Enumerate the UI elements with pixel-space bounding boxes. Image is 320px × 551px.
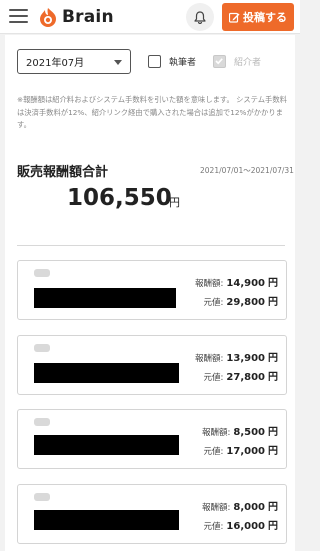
price-label: 元値: xyxy=(203,522,224,532)
reward-label: 報酬額: xyxy=(201,428,231,438)
checkmark-icon xyxy=(215,58,223,65)
redacted-name xyxy=(34,269,50,277)
reward-currency: 円 xyxy=(268,278,278,289)
reward-value: 8,500 xyxy=(233,427,265,438)
introducer-checkbox-label: 紹介者 xyxy=(234,58,262,68)
month-select[interactable]: 2021年07月 xyxy=(17,49,131,74)
sales-total-currency: 円 xyxy=(169,196,180,209)
sale-card[interactable]: 報酬額: 8,000 円 元値: 16,000 円 xyxy=(17,484,287,544)
brain-flame-logo-icon xyxy=(37,6,59,28)
hamburger-menu-icon[interactable] xyxy=(9,9,28,23)
sale-card[interactable]: 報酬額: 14,900 円 元値: 29,800 円 xyxy=(17,260,287,320)
price-currency: 円 xyxy=(268,521,278,532)
price-value: 17,000 xyxy=(226,446,265,457)
price-value: 27,800 xyxy=(226,372,265,383)
edit-icon xyxy=(229,12,240,23)
redacted-name xyxy=(34,493,50,501)
reward-value: 8,000 xyxy=(233,502,265,513)
reward-row: 報酬額: 14,900 円 xyxy=(195,274,278,289)
reward-currency: 円 xyxy=(268,502,278,513)
brand-name: Brain xyxy=(62,7,114,27)
sale-card[interactable]: 報酬額: 13,900 円 元値: 27,800 円 xyxy=(17,335,287,395)
price-label: 元値: xyxy=(203,447,224,457)
author-checkbox-label: 執筆者 xyxy=(169,58,197,68)
redacted-title xyxy=(34,510,179,530)
bell-icon xyxy=(194,10,206,24)
price-label: 元値: xyxy=(203,298,224,308)
month-select-value: 2021年07月 xyxy=(26,58,85,69)
price-currency: 円 xyxy=(268,297,278,308)
author-checkbox[interactable]: 執筆者 xyxy=(148,55,196,68)
redacted-title xyxy=(34,363,179,383)
price-label: 元値: xyxy=(203,373,224,383)
sales-total-amount: 106,550 xyxy=(67,185,172,211)
brain-logo[interactable]: Brain xyxy=(37,6,114,28)
price-currency: 円 xyxy=(268,372,278,383)
redacted-title xyxy=(34,288,176,308)
reward-row: 報酬額: 8,500 円 xyxy=(202,423,278,438)
price-value: 16,000 xyxy=(226,521,265,532)
reward-label: 報酬額: xyxy=(195,279,224,289)
redacted-name xyxy=(34,344,50,352)
reward-currency: 円 xyxy=(268,353,278,364)
price-row: 元値: 29,800 円 xyxy=(204,293,278,308)
price-value: 29,800 xyxy=(226,297,265,308)
reward-row: 報酬額: 13,900 円 xyxy=(195,349,278,364)
sale-card[interactable]: 報酬額: 8,500 円 元値: 17,000 円 xyxy=(17,409,287,469)
notification-button[interactable] xyxy=(186,3,214,31)
reward-label: 報酬額: xyxy=(195,354,224,364)
fee-note: ※報酬額は紹介料およびシステム手数料を引いた額を意味します。 システム手数料は決… xyxy=(17,95,287,129)
reward-value: 13,900 xyxy=(226,353,265,364)
sales-report-panel: 2021年07月 執筆者 紹介者 ※報酬額は紹介料およびシステム手数料を引いた額… xyxy=(5,35,295,551)
sales-total-title: 販売報酬額合計 xyxy=(17,165,109,180)
chevron-down-icon xyxy=(114,60,122,65)
post-button-label: 投稿する xyxy=(243,11,287,24)
price-currency: 円 xyxy=(268,446,278,457)
redacted-title xyxy=(34,435,179,455)
price-row: 元値: 16,000 円 xyxy=(204,517,278,532)
price-row: 元値: 27,800 円 xyxy=(204,368,278,383)
reward-row: 報酬額: 8,000 円 xyxy=(202,498,278,513)
divider xyxy=(17,245,285,246)
reward-value: 14,900 xyxy=(226,278,265,289)
reward-label: 報酬額: xyxy=(201,503,231,513)
redacted-name xyxy=(34,418,50,426)
reward-currency: 円 xyxy=(268,427,278,438)
author-checkbox-box[interactable] xyxy=(148,55,161,68)
sales-period: 2021/07/01〜2021/07/31 xyxy=(200,166,294,175)
introducer-checkbox: 紹介者 xyxy=(213,55,261,68)
top-header: Brain 投稿する xyxy=(0,0,300,34)
price-row: 元値: 17,000 円 xyxy=(204,442,278,457)
introducer-checkbox-box xyxy=(213,55,226,68)
post-button[interactable]: 投稿する xyxy=(222,3,294,31)
